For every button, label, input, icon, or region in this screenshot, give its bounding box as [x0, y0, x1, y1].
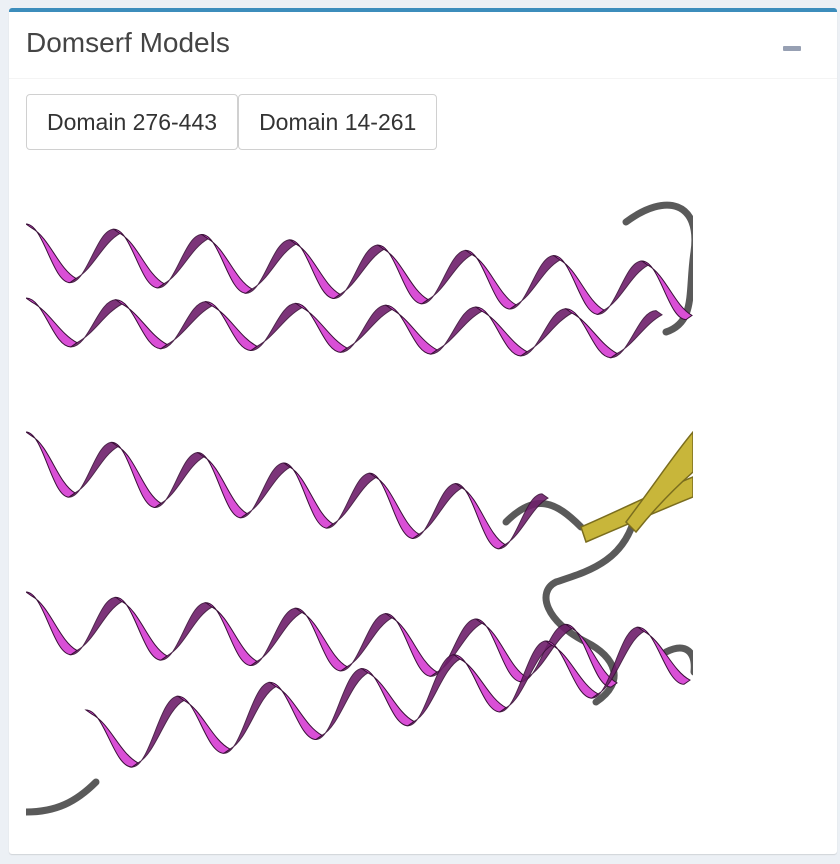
minus-icon — [783, 46, 801, 51]
protein-structure-image — [26, 201, 693, 816]
helix-ribbon-segment — [368, 472, 420, 539]
helix-ribbon-segment — [176, 695, 231, 754]
helix-ribbon-segment — [454, 483, 506, 550]
helix-ribbon-segment — [84, 709, 139, 768]
helix-ribbon-segment — [452, 654, 507, 713]
helix-ribbon-segment — [596, 260, 649, 315]
helix-ribbon-segment — [640, 260, 693, 321]
domain-button-group: Domain 276-443 Domain 14-261 — [26, 94, 438, 150]
helix-ribbon-segment — [26, 431, 76, 498]
helix-ribbon-segment — [406, 654, 461, 727]
helix-ribbon-segment — [26, 297, 78, 348]
domain-276-443-button[interactable]: Domain 276-443 — [26, 94, 239, 150]
helix-ribbon-segment — [69, 299, 123, 348]
helix-ribbon-segment — [498, 640, 553, 713]
structure-viewer[interactable] — [26, 182, 693, 820]
helix-ribbon-segment — [420, 249, 473, 305]
helix-ribbon-segment — [159, 301, 213, 350]
helix-ribbon-segment — [464, 249, 517, 310]
coil-segment — [26, 778, 100, 816]
domserf-models-panel: Domserf Models Domain 276-443 Domain 14-… — [9, 8, 837, 854]
helix-ribbon-segment — [239, 462, 291, 519]
helix-ribbon-segment — [112, 228, 165, 289]
helix-ribbon-segment — [429, 306, 483, 355]
helix-ribbon-segment — [26, 591, 78, 656]
helix-ribbon-segment — [590, 626, 645, 699]
helix-ribbon-segment — [636, 626, 691, 685]
helix-ribbon-segment — [200, 234, 253, 294]
helix-ribbon-segment — [196, 452, 248, 519]
helix-ribbon-segment — [68, 228, 121, 284]
helix-ribbon-segment — [153, 452, 205, 508]
helix-ribbon-segment — [429, 618, 483, 677]
helix-ribbon-segment — [474, 306, 528, 357]
helix-ribbon-segment — [339, 304, 393, 353]
helix-ribbon-segment — [332, 244, 385, 299]
helix-ribbon-segment — [159, 602, 213, 661]
helix-ribbon-segment — [67, 441, 119, 498]
beta-strand — [625, 430, 693, 534]
helix-ribbon-segment — [249, 607, 303, 667]
collapse-button[interactable] — [777, 38, 807, 62]
helix-ribbon-segment — [384, 613, 438, 677]
helix-ribbon-segment — [282, 462, 334, 529]
helix-ribbon-segment — [110, 441, 162, 508]
helix-ribbon-segment — [508, 255, 561, 310]
panel-title: Domserf Models — [26, 27, 230, 58]
helix-ribbon-segment — [609, 310, 663, 359]
helix-ribbon-segment — [519, 308, 573, 357]
helix-ribbon-segment — [314, 668, 369, 741]
helix-ribbon-segment — [114, 596, 168, 661]
helix-ribbon-segment — [552, 255, 605, 315]
helix-ribbon-segment — [130, 695, 185, 768]
helix-ribbon-segment — [204, 301, 258, 352]
helix-ribbon-segment — [204, 602, 258, 667]
helix-ribbon-segment — [249, 302, 303, 352]
helix-ribbon-segment — [288, 239, 341, 299]
helix-ribbon-segment — [294, 302, 348, 353]
helix-ribbon-segment — [411, 483, 463, 539]
helix-ribbon-segment — [360, 668, 415, 727]
domain-14-261-button[interactable]: Domain 14-261 — [238, 94, 438, 150]
helix-ribbon-segment — [384, 304, 438, 355]
helix-ribbon-segment — [222, 681, 277, 754]
helix-ribbon-segment — [156, 234, 209, 289]
helix-ribbon-segment — [69, 596, 123, 656]
panel-header: Domserf Models — [9, 12, 837, 79]
helix-ribbon-segment — [268, 681, 323, 741]
helix-ribbon-segment — [339, 613, 393, 672]
helix-ribbon-segment — [325, 472, 377, 529]
helix-ribbon-segment — [114, 299, 168, 350]
helix-ribbon-segment — [26, 223, 77, 284]
helix-ribbon-segment — [564, 308, 618, 359]
helix-ribbon-segment — [376, 244, 429, 305]
coil-segment — [502, 500, 585, 531]
helix-ribbon-segment — [244, 239, 297, 294]
helix-ribbon-segment — [294, 607, 348, 672]
helix-ribbon-segment — [474, 618, 528, 683]
